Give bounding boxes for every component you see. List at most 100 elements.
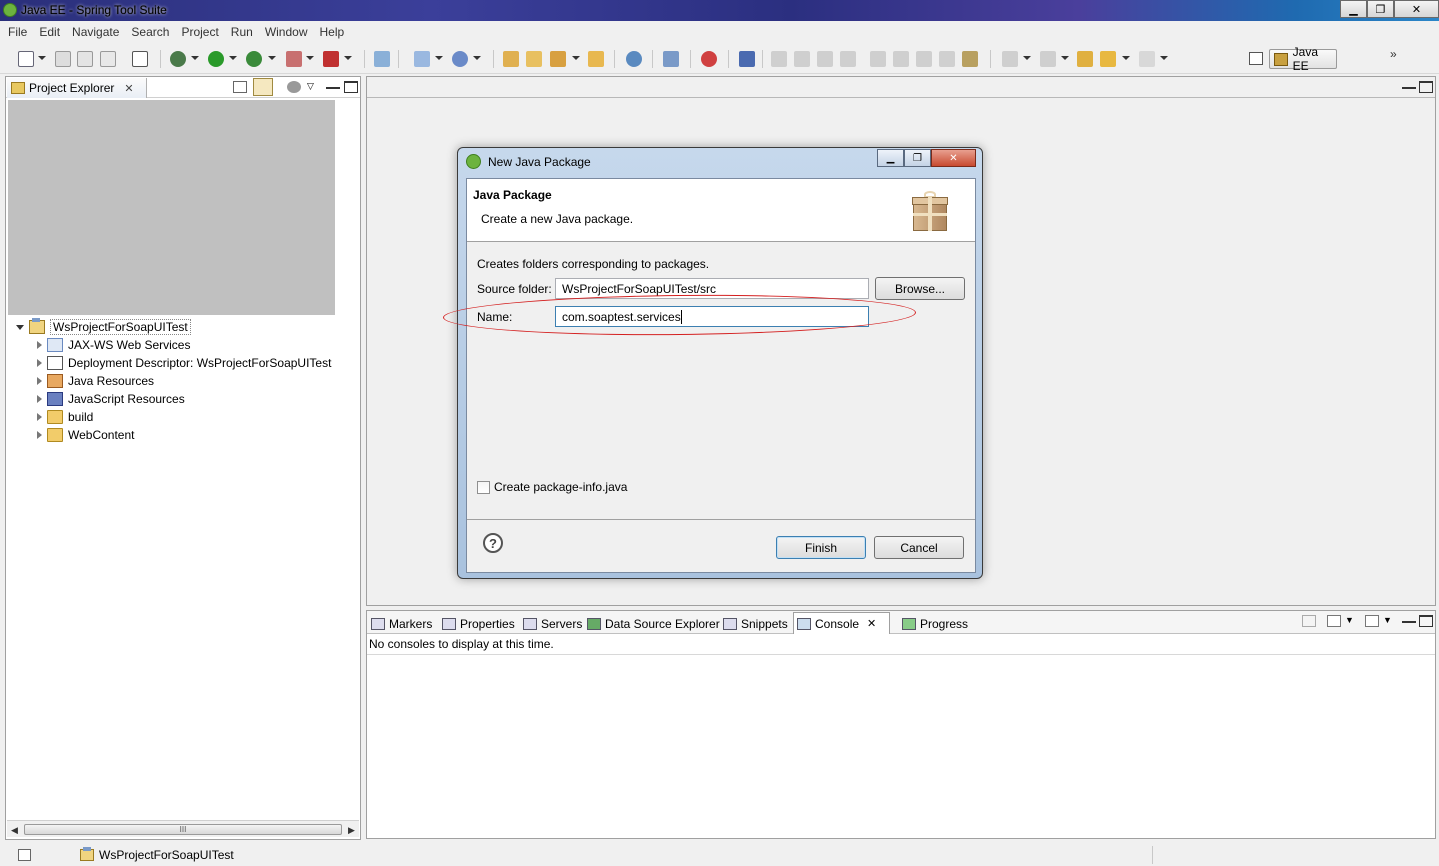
scrollbar-thumb[interactable]: III [24, 824, 342, 835]
print-icon[interactable] [100, 51, 116, 67]
stop-server-icon[interactable] [286, 51, 302, 67]
restore-button[interactable]: ❐ [1367, 0, 1394, 18]
new-class-icon[interactable] [452, 51, 468, 67]
external-tools-dropdown-icon[interactable] [268, 56, 276, 60]
open-task-icon[interactable] [588, 51, 604, 67]
link-with-editor-icon[interactable] [253, 78, 273, 96]
cancel-button[interactable]: Cancel [874, 536, 964, 559]
tab-data-source-explorer[interactable]: Data Source Explorer [584, 613, 723, 634]
tab-progress[interactable]: Progress [899, 613, 971, 634]
tree-item-javascript-resources[interactable]: JavaScript Resources [37, 390, 185, 408]
tab-console[interactable]: Console ✕ [793, 612, 890, 634]
collapsed-arrow-icon[interactable] [37, 341, 42, 349]
minimize-button[interactable]: ▁ [1340, 0, 1367, 18]
perspective-java-ee-button[interactable]: Java EE [1269, 45, 1337, 73]
forward-dropdown-icon[interactable] [1160, 56, 1168, 60]
tree-item-jaxws[interactable]: JAX-WS Web Services [37, 336, 190, 354]
open-console-icon[interactable] [1365, 615, 1379, 627]
dialog-minimize-button[interactable]: ▁ [877, 149, 904, 167]
save-all-icon[interactable] [77, 51, 93, 67]
tree-item-project[interactable]: WsProjectForSoapUITest [16, 318, 191, 336]
tab-markers[interactable]: Markers [368, 613, 435, 634]
menu-file[interactable]: File [2, 25, 33, 39]
browse-button[interactable]: Browse... [875, 277, 965, 300]
create-package-info-checkbox[interactable]: Create package-info.java [477, 480, 627, 494]
next-annotation-icon[interactable] [1002, 51, 1018, 67]
debug-dropdown-icon[interactable] [191, 56, 199, 60]
view-menu-icon[interactable]: ▽ [307, 81, 321, 93]
open-perspective-icon[interactable] [1249, 52, 1263, 65]
stop-dropdown-icon[interactable] [306, 56, 314, 60]
tree-item-webcontent[interactable]: WebContent [37, 426, 135, 444]
previous-annotation-icon[interactable] [1040, 51, 1056, 67]
menu-edit[interactable]: Edit [33, 25, 66, 39]
collapse-all-icon[interactable] [233, 81, 247, 93]
new-icon[interactable] [18, 51, 34, 67]
collapsed-arrow-icon[interactable] [37, 431, 42, 439]
new-dropdown-icon[interactable] [38, 56, 46, 60]
collapsed-arrow-icon[interactable] [37, 395, 42, 403]
back-icon[interactable] [1100, 51, 1116, 67]
tab-servers[interactable]: Servers [520, 613, 585, 634]
tree-item-java-resources[interactable]: Java Resources [37, 372, 154, 390]
tree-item-build[interactable]: build [37, 408, 93, 426]
filters-icon[interactable] [287, 81, 301, 93]
pin-console-icon[interactable] [1302, 615, 1316, 627]
open-console-dropdown-icon[interactable]: ▼ [1383, 615, 1397, 627]
skip-breakpoints-icon[interactable] [739, 51, 755, 67]
publish-dropdown-icon[interactable] [344, 56, 352, 60]
scroll-left-icon[interactable]: ◀ [11, 825, 18, 836]
more-perspectives-icon[interactable]: » [1390, 47, 1397, 61]
fast-view-icon[interactable] [18, 849, 31, 861]
maximize-view-icon[interactable] [1419, 615, 1433, 627]
run-on-server-icon[interactable] [663, 51, 679, 67]
close-tab-icon[interactable]: ✕ [867, 617, 876, 630]
spring-dashboard-icon[interactable] [701, 51, 717, 67]
menu-run[interactable]: Run [225, 25, 259, 39]
external-tools-icon[interactable] [246, 51, 262, 67]
help-icon[interactable]: ? [483, 533, 503, 553]
expanded-arrow-icon[interactable] [16, 324, 24, 330]
publish-icon[interactable] [323, 51, 339, 67]
open-resource-icon[interactable] [526, 51, 542, 67]
dialog-close-button[interactable]: ✕ [931, 149, 976, 167]
collapsed-arrow-icon[interactable] [37, 377, 42, 385]
menu-window[interactable]: Window [259, 25, 314, 39]
scroll-right-icon[interactable]: ▶ [348, 825, 355, 836]
menu-search[interactable]: Search [125, 25, 175, 39]
last-edit-location-icon[interactable] [1077, 51, 1093, 67]
use-step-filters-icon[interactable] [962, 51, 978, 67]
tree-item-deployment-descriptor[interactable]: Deployment Descriptor: WsProjectForSoapU… [37, 354, 331, 372]
new-class-dropdown-icon[interactable] [473, 56, 481, 60]
next-annotation-dropdown-icon[interactable] [1023, 56, 1031, 60]
open-type-icon[interactable] [503, 51, 519, 67]
display-console-icon[interactable] [1327, 615, 1341, 627]
tab-properties[interactable]: Properties [439, 613, 518, 634]
display-console-dropdown-icon[interactable]: ▼ [1345, 615, 1359, 627]
run-dropdown-icon[interactable] [229, 56, 237, 60]
menu-project[interactable]: Project [175, 25, 224, 39]
tab-snippets[interactable]: Snippets [720, 613, 791, 634]
maximize-editor-icon[interactable] [1419, 81, 1433, 93]
finish-button[interactable]: Finish [776, 536, 866, 559]
forward-icon[interactable] [1139, 51, 1155, 67]
new-ejb-dropdown-icon[interactable] [435, 56, 443, 60]
back-dropdown-icon[interactable] [1122, 56, 1130, 60]
globe-icon[interactable] [626, 51, 642, 67]
new-web-project-icon[interactable] [374, 51, 390, 67]
previous-annotation-dropdown-icon[interactable] [1061, 56, 1069, 60]
search-dropdown-icon[interactable] [572, 56, 580, 60]
menu-help[interactable]: Help [314, 25, 351, 39]
search-icon[interactable] [550, 51, 566, 67]
checkbox-box[interactable] [477, 480, 490, 494]
minimize-editor-icon[interactable] [1402, 81, 1416, 89]
collapsed-arrow-icon[interactable] [37, 413, 42, 421]
minimize-view-icon[interactable] [1402, 615, 1416, 623]
save-icon[interactable] [55, 51, 71, 67]
close-window-button[interactable]: ✕ [1394, 0, 1439, 18]
minimize-view-icon[interactable] [326, 81, 340, 89]
tab-project-explorer[interactable]: Project Explorer ✕ [7, 78, 147, 98]
dialog-maximize-button[interactable]: ❐ [904, 149, 931, 167]
close-tab-icon[interactable]: ✕ [124, 82, 133, 95]
debug-icon[interactable] [170, 51, 186, 67]
